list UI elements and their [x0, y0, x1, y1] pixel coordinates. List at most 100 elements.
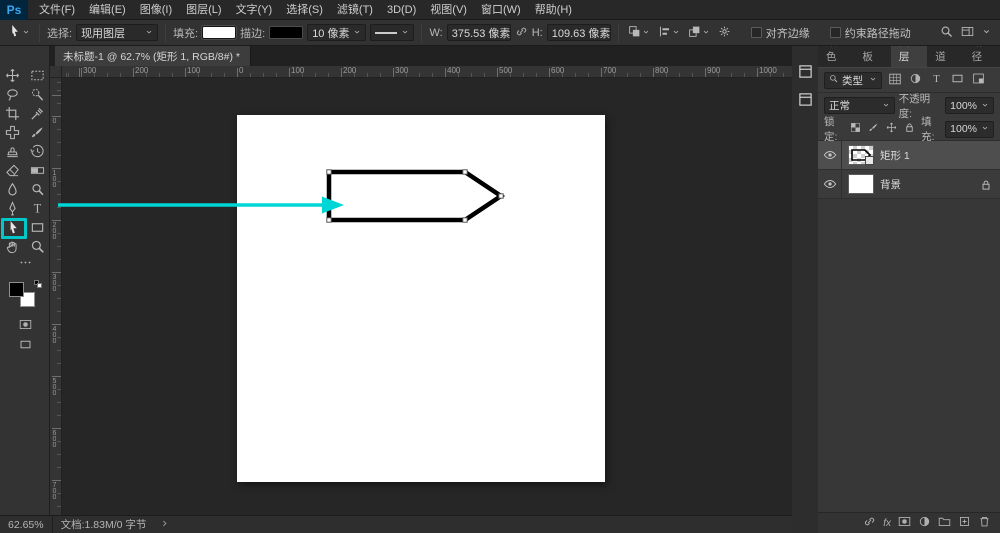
opacity-dropdown[interactable]: 100%: [945, 97, 994, 114]
menu-item-4[interactable]: 图层(L): [179, 4, 228, 16]
align-edges-checkbox[interactable]: 对齐边缘: [751, 25, 810, 41]
layer-thumbnail[interactable]: [848, 145, 874, 165]
pen-tool[interactable]: [0, 199, 25, 218]
shape-settings-button[interactable]: [716, 24, 733, 42]
screen-mode-icon: [19, 338, 32, 356]
edit-toolbar-button[interactable]: [0, 258, 50, 272]
gradient-tool[interactable]: [25, 161, 50, 180]
menu-item-1[interactable]: 文件(F): [32, 4, 82, 16]
canvas-viewport: [62, 78, 792, 515]
adjustment-layer-filter-icon[interactable]: [907, 72, 924, 89]
menu-item-11[interactable]: 帮助(H): [528, 4, 579, 16]
move-tool[interactable]: [0, 66, 25, 85]
zoom-tool[interactable]: [25, 237, 50, 256]
current-tool-button[interactable]: [5, 23, 32, 42]
path-arrangement-button[interactable]: [686, 24, 712, 42]
menu-item-2[interactable]: 编辑(E): [82, 4, 133, 16]
layer-name: 背景: [880, 177, 901, 192]
crop-tool[interactable]: [0, 104, 25, 123]
hand-tool[interactable]: [0, 237, 25, 256]
delete-layer-icon[interactable]: [978, 515, 991, 531]
shape-height-input[interactable]: 109.63 像素: [547, 24, 611, 41]
fill-swatch[interactable]: [202, 26, 236, 39]
vector-shape[interactable]: [325, 168, 507, 226]
ruler-number: 200: [135, 66, 148, 75]
search-icon[interactable]: [940, 25, 953, 41]
shape-width-input[interactable]: 375.53 像素: [447, 24, 511, 41]
document-tab[interactable]: 未标题-1 @ 62.7% (矩形 1, RGB/8#) *: [55, 46, 251, 66]
menu-item-10[interactable]: 窗口(W): [474, 4, 528, 16]
clone-stamp-tool[interactable]: [0, 142, 25, 161]
default-colors-icon[interactable]: [34, 280, 44, 290]
layer-visibility-toggle[interactable]: [818, 170, 842, 198]
path-alignment-button[interactable]: [656, 24, 682, 42]
filter-type-dropdown[interactable]: 类型: [824, 72, 882, 89]
quick-mask-icon: [19, 318, 32, 336]
eyedropper-tool[interactable]: [25, 104, 50, 123]
workspace-switcher-icon[interactable]: [961, 25, 974, 41]
ruler-number: 300: [51, 274, 58, 292]
shape-layer-filter-icon[interactable]: [949, 72, 966, 89]
opacity-value: 100%: [950, 100, 977, 112]
menu-item-9[interactable]: 视图(V): [423, 4, 474, 16]
quick-selection-tool[interactable]: [25, 85, 50, 104]
menu-item-7[interactable]: 滤镜(T): [330, 4, 380, 16]
lock-position-icon[interactable]: [885, 121, 899, 138]
healing-brush-tool[interactable]: [0, 123, 25, 142]
brush-tool[interactable]: [25, 123, 50, 142]
layer-thumbnail[interactable]: [848, 174, 874, 194]
pixel-layer-filter-icon[interactable]: [886, 72, 903, 89]
ruler-number: 1000: [759, 66, 777, 75]
width-label: W:: [429, 27, 442, 39]
blend-mode-dropdown[interactable]: 正常: [824, 97, 895, 114]
link-dimensions-icon[interactable]: [515, 25, 528, 41]
stroke-swatch[interactable]: [269, 26, 303, 39]
layer-effects-icon[interactable]: fx: [883, 518, 891, 529]
layer-row[interactable]: 矩形 1: [818, 141, 1000, 170]
canvas[interactable]: [237, 115, 605, 482]
layer-row[interactable]: 背景: [818, 170, 1000, 199]
status-options-button[interactable]: [160, 519, 169, 531]
smart-object-filter-icon[interactable]: [970, 72, 987, 89]
type-layer-filter-icon[interactable]: T: [928, 72, 945, 89]
eraser-tool[interactable]: [0, 161, 25, 180]
add-layer-mask-icon[interactable]: [898, 515, 911, 531]
marquee-tool[interactable]: [25, 66, 50, 85]
chevron-down-icon[interactable]: [982, 27, 991, 39]
stroke-type-dropdown[interactable]: [370, 24, 414, 41]
type-tool[interactable]: T: [25, 199, 50, 218]
shape-tool[interactable]: [25, 218, 50, 237]
foreground-color-swatch[interactable]: [9, 282, 24, 297]
collapsed-panel-icon-2[interactable]: [798, 92, 813, 112]
screen-mode-button[interactable]: [0, 338, 50, 356]
constrain-path-drag-checkbox[interactable]: 约束路径拖动: [830, 25, 911, 41]
lock-all-icon[interactable]: [903, 121, 917, 138]
path-operations-button[interactable]: [626, 24, 652, 42]
menu-item-6[interactable]: 选择(S): [279, 4, 330, 16]
blur-tool[interactable]: [0, 180, 25, 199]
stroke-width-dropdown[interactable]: 10 像素: [307, 24, 366, 41]
menu-item-3[interactable]: 图像(I): [133, 4, 179, 16]
new-group-icon[interactable]: [938, 515, 951, 531]
new-layer-icon[interactable]: [958, 515, 971, 531]
lock-transparency-icon[interactable]: [848, 121, 862, 138]
menu-item-8[interactable]: 3D(D): [380, 4, 423, 16]
adjustment-layer-icon[interactable]: [918, 515, 931, 531]
ruler-number: 400: [51, 326, 58, 344]
lock-pixels-icon[interactable]: [866, 121, 880, 138]
select-mode-dropdown[interactable]: 现用图层: [76, 24, 158, 41]
ruler-number: 500: [51, 378, 58, 396]
link-layers-icon[interactable]: [863, 515, 876, 531]
dodge-tool[interactable]: [25, 180, 50, 199]
chevron-down-icon: [981, 123, 989, 135]
lock-label: 锁定:: [824, 114, 844, 144]
fill-opacity-dropdown[interactable]: 100%: [945, 121, 994, 138]
layer-visibility-toggle[interactable]: [818, 141, 842, 169]
menu-item-5[interactable]: 文字(Y): [229, 4, 280, 16]
status-zoom-field[interactable]: 62.65%: [0, 516, 53, 533]
lasso-tool[interactable]: [0, 85, 25, 104]
height-label: H:: [532, 27, 543, 39]
collapsed-panel-icon-1[interactable]: [798, 64, 813, 84]
quick-mask-button[interactable]: [0, 318, 50, 336]
history-brush-tool[interactable]: [25, 142, 50, 161]
